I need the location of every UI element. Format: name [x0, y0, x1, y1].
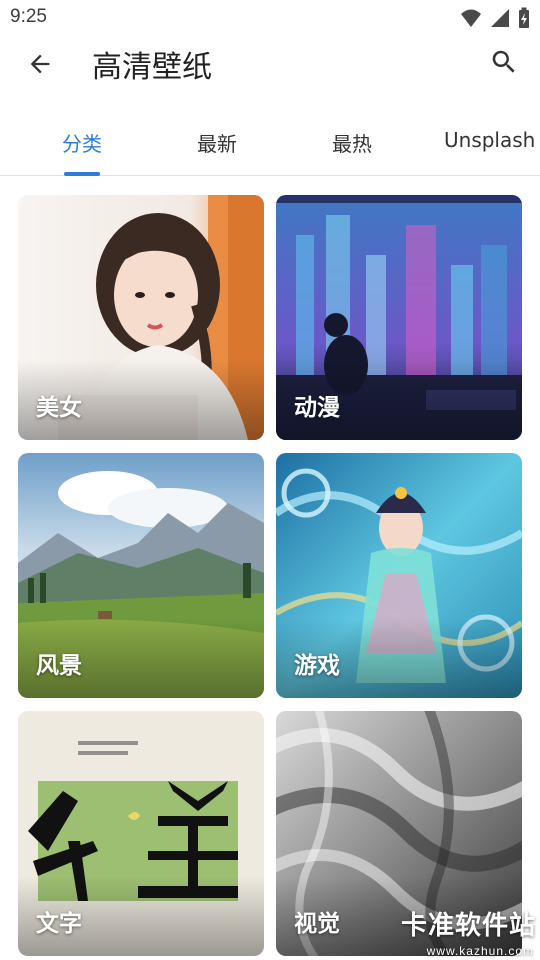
status-bar: 9:25 — [0, 0, 540, 36]
tab-hottest[interactable]: 最热 — [332, 128, 372, 168]
category-label: 视觉 — [294, 911, 340, 937]
tab-bar: 分类 最新 最热 Unsplash — [0, 112, 540, 176]
page-title: 高清壁纸 — [92, 50, 212, 85]
tab-category[interactable]: 分类 — [62, 128, 102, 168]
category-label: 风景 — [36, 653, 82, 679]
status-time: 9:25 — [10, 6, 47, 27]
category-card-game[interactable]: 游戏 — [276, 453, 522, 698]
category-card-anime[interactable]: 动漫 — [276, 195, 522, 440]
category-card-text[interactable]: 文字 — [18, 711, 264, 956]
category-label: 文字 — [36, 911, 82, 937]
watermark-text: 卡准软件站 — [400, 911, 536, 941]
tab-unsplash[interactable]: Unsplash — [444, 128, 535, 168]
search-icon — [492, 50, 515, 73]
arrow-left-icon — [30, 54, 50, 74]
category-label: 美女 — [36, 395, 82, 421]
search-button[interactable] — [486, 44, 522, 80]
app-bar: 高清壁纸 — [0, 36, 540, 88]
category-card-landscape[interactable]: 风景 — [18, 453, 264, 698]
watermark: 卡准软件站 www.kazhun.com — [380, 908, 540, 960]
category-card-beauty[interactable]: 美女 — [18, 195, 264, 440]
category-label: 动漫 — [294, 395, 340, 421]
signal-icon — [491, 9, 509, 27]
category-label: 游戏 — [294, 653, 340, 679]
watermark-url: www.kazhun.com — [426, 944, 534, 958]
wifi-icon — [461, 9, 481, 27]
tab-indicator — [64, 172, 100, 176]
battery-charging-icon — [519, 7, 529, 28]
status-icons — [460, 7, 530, 29]
tab-latest[interactable]: 最新 — [197, 128, 237, 168]
back-button[interactable] — [22, 46, 58, 82]
